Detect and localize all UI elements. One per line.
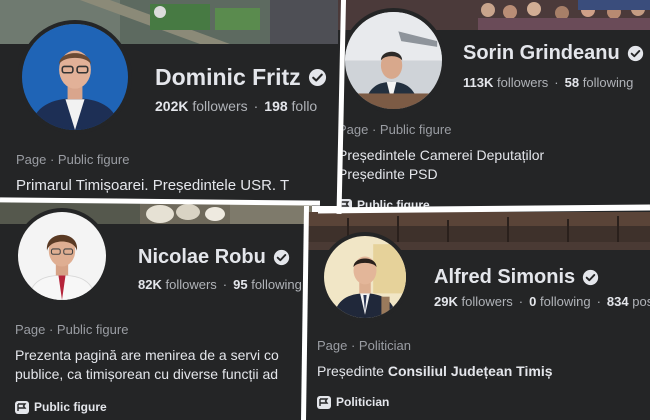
- profile-avatar[interactable]: [320, 232, 410, 322]
- verified-badge-icon: [627, 45, 644, 62]
- profile-card-dominic-fritz: Dominic Fritz 202K followers · 198 follo P…: [0, 0, 343, 206]
- verified-badge-icon: [308, 68, 327, 87]
- profile-stats: 29K followers · 0 following · 834 post: [434, 294, 650, 309]
- category-label: Public figure: [34, 400, 107, 414]
- profile-stats: 202K followers · 198 follo: [155, 98, 317, 114]
- profile-name-row: Nicolae Robu: [138, 246, 290, 269]
- profile-name[interactable]: Dominic Fritz: [155, 64, 301, 91]
- profile-name[interactable]: Sorin Grindeanu: [463, 42, 620, 65]
- bio-line: Președinte PSD: [338, 166, 438, 182]
- profile-bio: Primarul Timișoarei. Președintele USR. T: [16, 177, 290, 194]
- profile-avatar[interactable]: [18, 20, 132, 134]
- profile-card-alfred-simonis: Alfred Simonis 29K followers · 0 following…: [307, 212, 650, 420]
- bio-line: Președintele Camerei Deputaților: [338, 147, 545, 163]
- profile-name[interactable]: Alfred Simonis: [434, 266, 575, 289]
- bio-organization-link[interactable]: Consiliul Județean Timiș: [388, 363, 553, 379]
- stats-separator: ·: [554, 75, 559, 90]
- page-category-meta: Page · Public figure: [15, 322, 129, 337]
- followers-count[interactable]: 29K: [434, 294, 458, 309]
- followers-count[interactable]: 202K: [155, 98, 188, 114]
- profile-name-row: Sorin Grindeanu: [463, 42, 644, 65]
- verified-badge-icon: [273, 249, 290, 266]
- page-category-meta: Page · Public figure: [16, 152, 130, 167]
- page-flag-icon: [15, 400, 34, 414]
- stats-separator: ·: [253, 98, 259, 114]
- followers-label[interactable]: followers: [192, 98, 247, 114]
- stats-separator: ·: [222, 277, 228, 292]
- followers-label[interactable]: followers: [165, 277, 216, 292]
- following-label[interactable]: following: [251, 277, 302, 292]
- profile-bio: Președinte Consiliul Județean Timiș: [317, 362, 553, 381]
- page-category-meta: Page · Politician: [317, 338, 411, 353]
- profile-avatar[interactable]: [341, 8, 446, 113]
- profile-avatar[interactable]: [14, 208, 110, 304]
- profile-stats: 82K followers · 95 following: [138, 277, 302, 292]
- category-row[interactable]: Public figure: [15, 400, 107, 414]
- following-count[interactable]: 198: [264, 98, 287, 114]
- bio-line: Prezenta pagină are menirea de a servi c…: [15, 347, 279, 363]
- profile-name-row: Dominic Fritz: [155, 64, 327, 91]
- profile-bio: Prezenta pagină are menirea de a servi c…: [15, 346, 279, 384]
- page-flag-icon: [317, 395, 336, 409]
- page-category-meta: Page · Public figure: [338, 122, 452, 137]
- following-label[interactable]: following: [583, 75, 634, 90]
- bio-line: publice, ca timișorean cu diverse funcți…: [15, 366, 279, 382]
- profile-bio: Președintele Camerei Deputaților Președi…: [338, 146, 544, 184]
- following-label[interactable]: follo: [292, 98, 318, 114]
- profile-card-nicolae-robu: Nicolae Robu 82K followers · 95 following …: [0, 202, 312, 420]
- following-count[interactable]: 0: [529, 294, 536, 309]
- posts-count[interactable]: 834: [607, 294, 629, 309]
- followers-count[interactable]: 82K: [138, 277, 162, 292]
- profile-card-sorin-grindeanu: Sorin Grindeanu 113K followers · 58 follow…: [338, 0, 650, 214]
- followers-count[interactable]: 113K: [463, 75, 493, 90]
- following-label[interactable]: following: [540, 294, 591, 309]
- stats-separator: ·: [518, 294, 524, 309]
- profile-name[interactable]: Nicolae Robu: [138, 246, 266, 269]
- profile-stats: 113K followers · 58 following: [463, 75, 633, 90]
- verified-badge-icon: [582, 269, 599, 286]
- category-row[interactable]: Politician: [317, 395, 389, 409]
- bio-prefix: Președinte: [317, 363, 388, 379]
- stats-separator: ·: [596, 294, 601, 309]
- following-count[interactable]: 58: [565, 75, 579, 90]
- profile-name-row: Alfred Simonis: [434, 266, 599, 289]
- posts-label[interactable]: post: [632, 294, 650, 309]
- following-count[interactable]: 95: [233, 277, 247, 292]
- category-label: Politician: [336, 395, 390, 409]
- followers-label[interactable]: followers: [461, 294, 512, 309]
- followers-label[interactable]: followers: [497, 75, 548, 90]
